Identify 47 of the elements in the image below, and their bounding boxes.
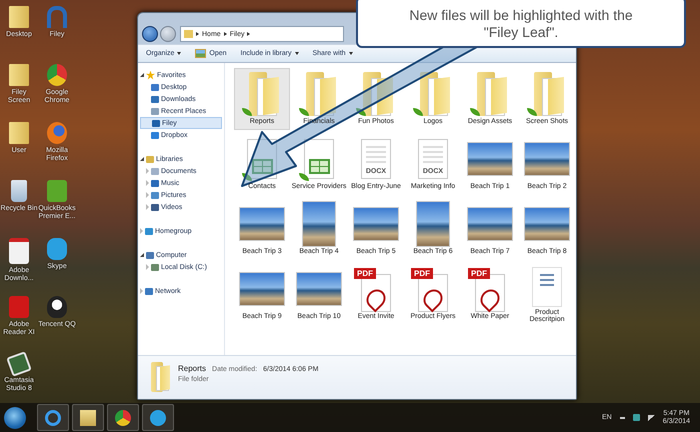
file-type-label: PDF — [354, 268, 376, 279]
photo-placeholder — [524, 207, 570, 241]
chevron-icon — [196, 32, 199, 36]
pdf-icon — [418, 274, 448, 312]
taskbar-button[interactable] — [72, 404, 104, 431]
photo-placeholder — [239, 207, 285, 241]
folder-icon — [184, 30, 193, 38]
photo-placeholder — [467, 142, 513, 176]
caret-icon — [294, 52, 298, 55]
caret-icon — [348, 52, 353, 55]
signal-icon[interactable] — [648, 414, 655, 420]
photo-placeholder — [296, 272, 342, 306]
collapse-icon[interactable] — [140, 73, 144, 77]
taskbar-button[interactable] — [142, 404, 174, 431]
document-icon — [532, 266, 562, 307]
chevron-icon — [224, 32, 227, 36]
photo-placeholder — [416, 201, 450, 247]
pdf-icon — [361, 274, 391, 312]
file-type-label: PDF — [411, 268, 433, 279]
pdf-icon — [475, 274, 505, 312]
trash-icon[interactable] — [11, 180, 27, 202]
photo-placeholder — [524, 142, 570, 176]
folder-icon — [80, 410, 96, 426]
app-icon — [150, 410, 166, 426]
file-type-label: PDF — [468, 268, 490, 279]
chevron-icon — [247, 32, 250, 36]
photo-placeholder — [302, 201, 336, 247]
taskbar-button[interactable] — [107, 404, 139, 431]
picture-icon — [195, 49, 206, 58]
file-name: Reports — [178, 364, 206, 373]
caret-icon — [177, 52, 182, 55]
app-icon[interactable] — [47, 296, 67, 318]
nav-icon — [145, 228, 153, 234]
taskbar-button[interactable] — [37, 404, 69, 431]
folder-icon — [148, 362, 170, 392]
network-icon[interactable] — [632, 414, 640, 421]
browser-icon — [115, 410, 131, 426]
callout-text: New files will be highlighted with the "Filey Leaf". — [408, 6, 634, 42]
nav-icon — [145, 288, 153, 294]
back-button[interactable] — [142, 26, 158, 42]
photo-placeholder — [239, 272, 285, 306]
spreadsheet-icon — [247, 139, 277, 179]
photo-placeholder — [353, 207, 399, 241]
browser-icon — [45, 410, 61, 426]
photo-placeholder — [467, 207, 513, 241]
start-button[interactable] — [4, 406, 26, 428]
spreadsheet-icon — [304, 139, 334, 179]
